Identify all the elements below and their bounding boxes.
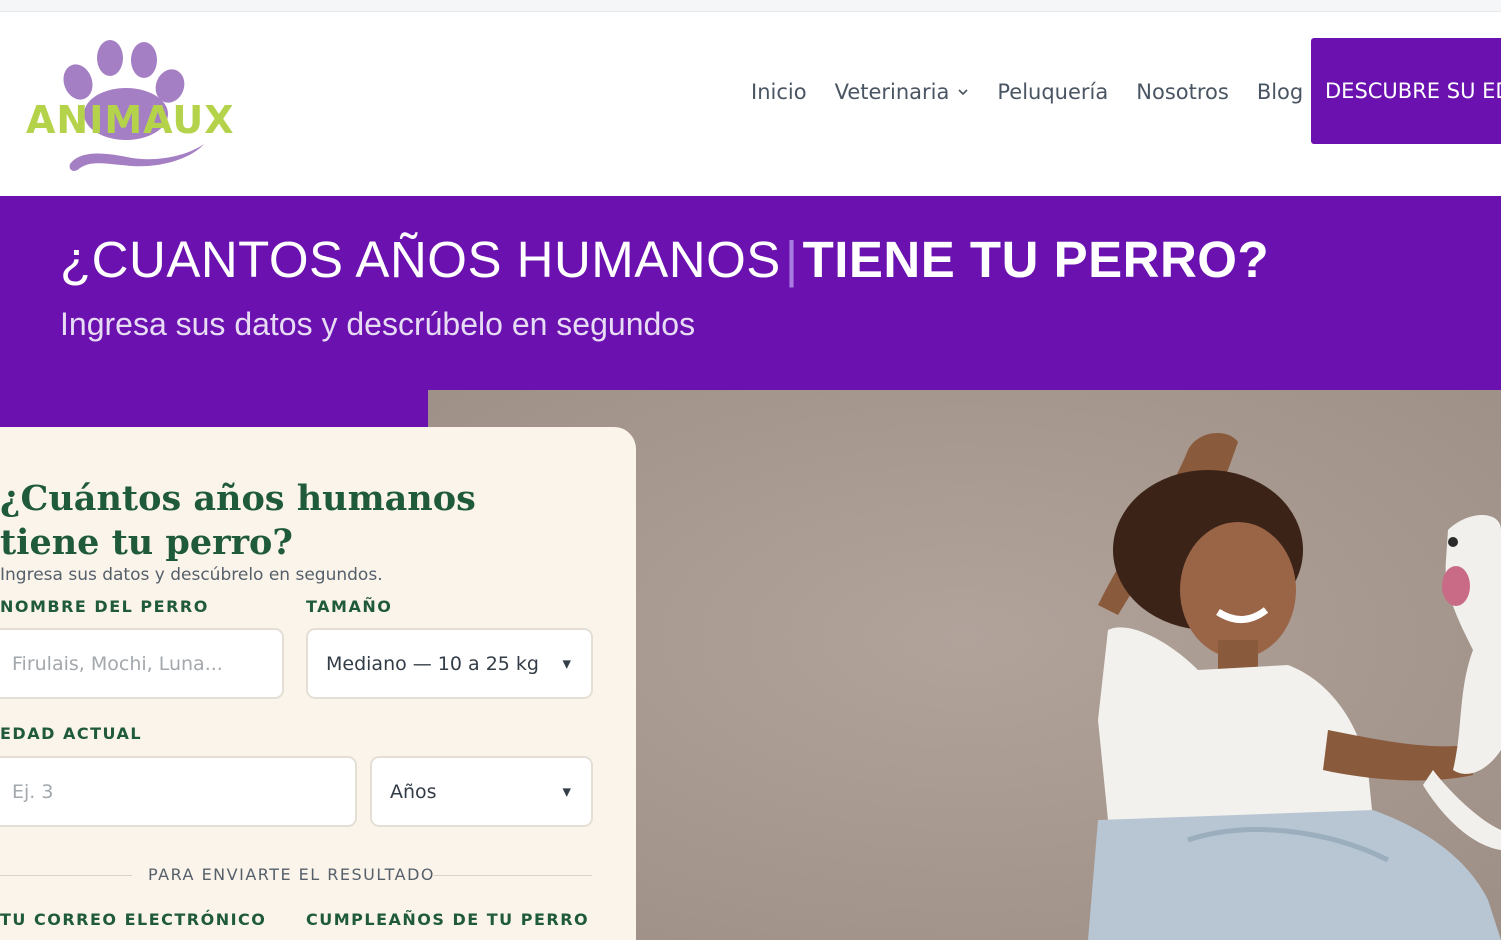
hero-purple-extension [0, 390, 428, 430]
birthday-label: CUMPLEAÑOS DE TU PERRO [306, 910, 590, 929]
current-age-label: EDAD ACTUAL [0, 724, 143, 743]
chevron-down-icon [958, 89, 968, 96]
animaux-logo[interactable]: ANIMAUX [22, 36, 235, 176]
hero-banner: ¿CUANTOS AÑOS HUMANOS|TIENE TU PERRO? In… [0, 196, 1501, 390]
hero-title-part1: ¿CUANTOS AÑOS HUMANOS [60, 231, 781, 288]
nav-blog[interactable]: Blog [1257, 80, 1303, 104]
nav-inicio-label: Inicio [751, 80, 807, 104]
nav-peluqueria[interactable]: Peluquería [997, 80, 1108, 104]
nav-peluqueria-label: Peluquería [997, 80, 1109, 104]
dog-age-form-card: ¿Cuántos años humanos tiene tu perro? In… [0, 427, 636, 940]
nav-veterinaria-label: Veterinaria [834, 80, 950, 104]
size-label: TAMAÑO [306, 597, 393, 616]
divider-line-right [432, 875, 592, 876]
hero-title-divider: | [784, 231, 799, 288]
dropdown-arrow-icon: ▼ [562, 657, 571, 670]
nav-blog-label: Blog [1256, 80, 1304, 104]
email-label: TU CORREO ELECTRÓNICO [0, 910, 267, 929]
age-placeholder: Ej. 3 [12, 780, 54, 803]
hero-title-part2: TIENE TU PERRO? [802, 231, 1270, 288]
dog-name-placeholder: Firulais, Mochi, Luna... [12, 652, 223, 675]
hero-title: ¿CUANTOS AÑOS HUMANOS|TIENE TU PERRO? [60, 230, 1269, 289]
age-unit-value: Años [390, 780, 437, 803]
age-unit-select[interactable]: Años ▼ [370, 756, 593, 827]
nav-veterinaria[interactable]: Veterinaria [835, 80, 970, 104]
main-nav: Inicio Veterinaria Peluquería Nosotros B… [751, 74, 1331, 110]
browser-top-strip [0, 0, 1501, 12]
dog-name-label: NOMBRE DEL PERRO [0, 597, 209, 616]
hero-subtitle: Ingresa sus datos y descrúbelo en segund… [60, 306, 696, 342]
nav-inicio[interactable]: Inicio [751, 80, 807, 104]
size-select-value: Mediano — 10 a 25 kg [326, 652, 539, 675]
result-section-divider: PARA ENVIARTE EL RESULTADO [0, 865, 592, 885]
size-select[interactable]: Mediano — 10 a 25 kg ▼ [306, 628, 593, 699]
logo-wordmark: ANIMAUX [26, 98, 235, 142]
age-input[interactable]: Ej. 3 [0, 756, 357, 827]
form-subtitle: Ingresa sus datos y descúbrelo en segund… [0, 565, 383, 585]
divider-text: PARA ENVIARTE EL RESULTADO [148, 865, 435, 884]
divider-line-left [0, 875, 132, 876]
form-title: ¿Cuántos años humanos tiene tu perro? [0, 478, 476, 563]
dropdown-arrow-icon: ▼ [562, 785, 571, 798]
site-header: ANIMAUX Inicio Veterinaria Peluquería No… [0, 12, 1501, 196]
nav-nosotros-label: Nosotros [1136, 80, 1229, 104]
nav-nosotros[interactable]: Nosotros [1136, 80, 1229, 104]
dog-name-input[interactable]: Firulais, Mochi, Luna... [0, 628, 284, 699]
discover-age-button[interactable]: DESCUBRE SU ED [1311, 38, 1501, 144]
